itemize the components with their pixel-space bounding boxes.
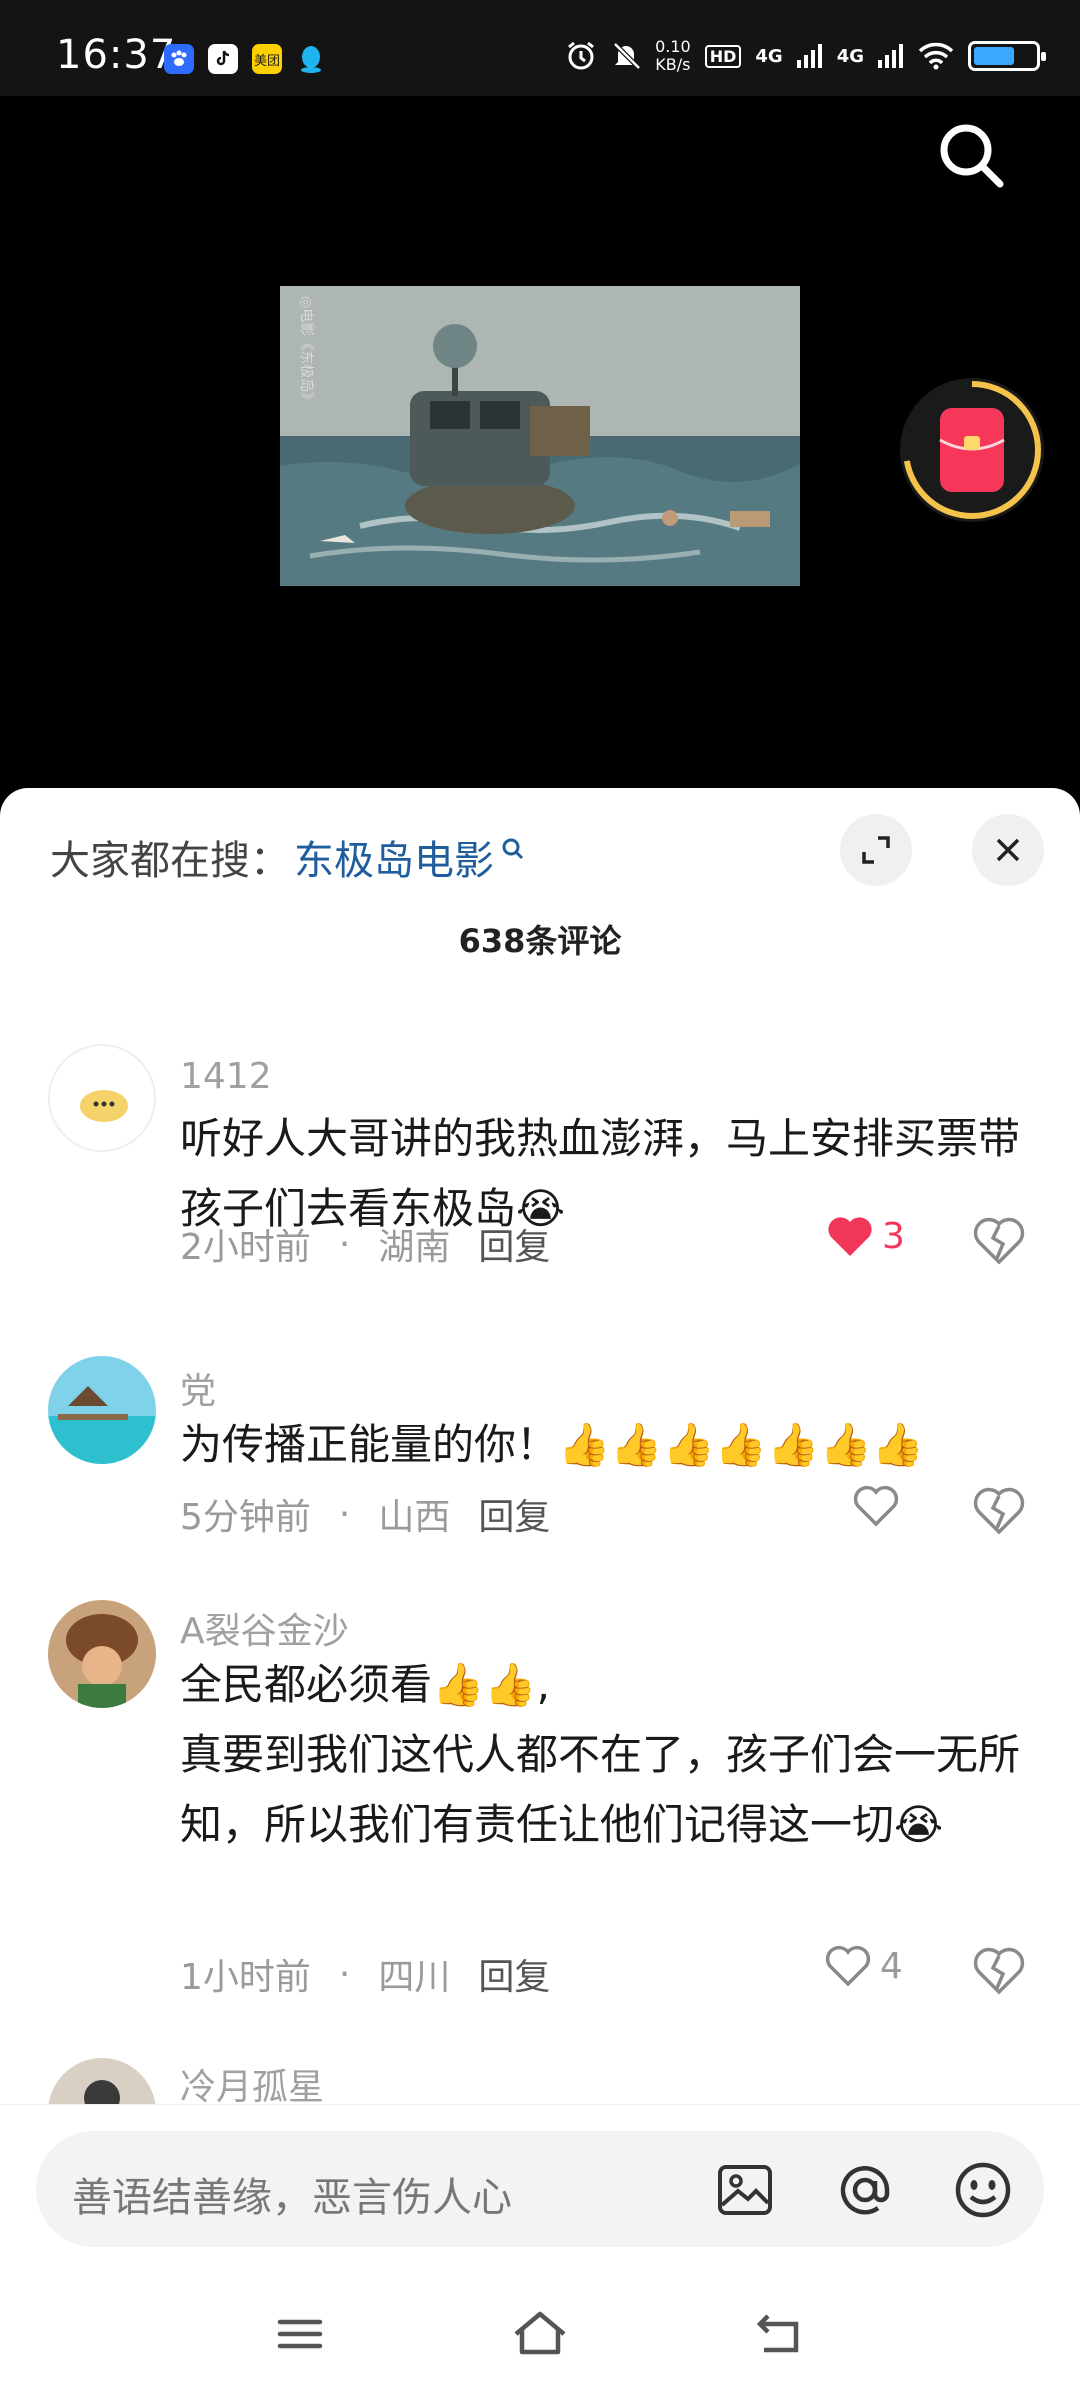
comment-item: A裂谷金沙 全民都必须看👍👍, 真要到我们这代人都不在了，孩子们会一无所知，所以…: [0, 1600, 1080, 2030]
reply-button[interactable]: 回复: [478, 1488, 550, 1540]
avatar[interactable]: [48, 1044, 156, 1152]
home-icon[interactable]: [510, 2304, 570, 2364]
expand-button[interactable]: [840, 814, 912, 886]
comment-location: 湖南: [378, 1227, 451, 1268]
video-frame[interactable]: ◎电影《东极岛》: [280, 286, 800, 586]
trending-search-keyword[interactable]: 东极岛电影: [294, 828, 494, 886]
comment-input-placeholder: 善语结善缘，恶言伤人心: [72, 2175, 512, 2221]
sim2-label: 4G: [836, 45, 864, 67]
comment-text-line2: 真要到我们这代人都不在了，孩子们会一无所知，所以我们有责任让他们记得这一切😭: [180, 1730, 1021, 1849]
dislike-broken-heart-icon[interactable]: [972, 1214, 1026, 1268]
network-speed: 0.10 KB/s: [655, 38, 691, 74]
notification-icons: 美团: [164, 44, 326, 74]
comment-username[interactable]: 党: [180, 1362, 216, 1414]
reply-button[interactable]: 回复: [478, 1948, 550, 2000]
trending-search-prefix: 大家都在搜：: [50, 838, 290, 884]
sim1-label: 4G: [755, 45, 783, 67]
comment-username[interactable]: A裂谷金沙: [180, 1602, 349, 1654]
menu-icon[interactable]: [270, 2304, 330, 2364]
search-icon[interactable]: [932, 116, 1012, 196]
status-bar: 16:37 美团 0.10 KB/s HD 4G 4G: [0, 0, 1080, 96]
mute-bell-icon: [613, 42, 641, 70]
image-icon[interactable]: [714, 2159, 776, 2221]
close-icon: [996, 838, 1020, 862]
close-button[interactable]: [972, 814, 1044, 886]
heart-outline-icon: [853, 1485, 899, 1527]
status-time: 16:37: [56, 32, 177, 78]
net-speed-value: 0.10: [655, 37, 691, 56]
heart-filled-icon: [828, 1217, 872, 1256]
net-speed-unit: KB/s: [655, 55, 691, 74]
comment-meta: 2小时前 · 湖南 回复: [180, 1218, 550, 1270]
comment-item: 冷月孤星: [0, 2058, 1080, 2104]
mention-at-icon[interactable]: [834, 2159, 896, 2221]
signal-bars-icon: [878, 44, 903, 68]
like-button[interactable]: [852, 1484, 908, 1528]
comment-location: 四川: [378, 1957, 451, 1998]
like-count: 4: [880, 1945, 903, 1987]
comment-username[interactable]: 冷月孤星: [180, 2058, 324, 2104]
comment-text: 为传播正能量的你！👍👍👍👍👍👍👍: [180, 1420, 925, 1469]
video-player[interactable]: ◎电影《东极岛》: [0, 96, 1080, 796]
avatar[interactable]: [48, 2058, 156, 2104]
hd-badge: HD: [704, 44, 742, 68]
baidu-paw-icon: [164, 44, 194, 74]
meituan-icon: 美团: [252, 44, 282, 74]
comment-meta: 1小时前 · 四川 回复: [180, 1948, 550, 2000]
status-indicators: 0.10 KB/s HD 4G 4G: [565, 38, 1046, 74]
tiktok-icon: [208, 44, 238, 74]
like-button[interactable]: 3: [826, 1214, 905, 1258]
comment-username[interactable]: 1412: [180, 1056, 272, 1097]
boat-scene-image: ◎电影《东极岛》: [280, 286, 800, 586]
expand-icon: [862, 836, 890, 864]
comment-input-area: 善语结善缘，恶言伤人心: [0, 2104, 1080, 2264]
comment-time: 1小时前: [180, 1957, 311, 1998]
avatar[interactable]: [48, 1356, 156, 1464]
alarm-icon: [568, 41, 595, 70]
dislike-broken-heart-icon[interactable]: [972, 1944, 1026, 1998]
comment-time: 5分钟前: [180, 1497, 311, 1538]
like-button[interactable]: 4: [824, 1944, 903, 1988]
system-navigation-bar: [0, 2264, 1080, 2400]
comment-meta: 5分钟前 · 山西 回复: [180, 1488, 550, 1540]
search-icon: [502, 838, 524, 860]
like-count: 3: [882, 1215, 905, 1257]
comment-input[interactable]: 善语结善缘，恶言伤人心: [36, 2131, 1044, 2247]
trending-search-bar[interactable]: 大家都在搜： 东极岛电影: [50, 828, 526, 886]
comment-text-line1: 全民都必须看👍👍,: [180, 1660, 550, 1709]
comment-location: 山西: [378, 1497, 451, 1538]
signal-bars-icon: [796, 44, 822, 68]
battery-icon: [968, 41, 1046, 71]
comment-count: 638条评论: [458, 922, 622, 960]
wifi-icon: [918, 42, 954, 70]
comment-item: 1412 听好人大哥讲的我热血澎湃，马上安排买票带孩子们去看东极岛😭 2小时前 …: [0, 1044, 1080, 1274]
qq-penguin-icon: [296, 44, 326, 74]
comment-time: 2小时前: [180, 1227, 311, 1268]
dislike-broken-heart-icon[interactable]: [972, 1484, 1026, 1538]
heart-outline-icon: [825, 1945, 871, 1987]
reply-button[interactable]: 回复: [478, 1218, 550, 1270]
avatar[interactable]: [48, 1600, 156, 1708]
emoji-icon[interactable]: [952, 2159, 1014, 2221]
svg-text:◎电影《东极岛》: ◎电影《东极岛》: [298, 296, 314, 406]
back-icon[interactable]: [750, 2304, 810, 2364]
comment-item: 党 为传播正能量的你！👍👍👍👍👍👍👍 5分钟前 · 山西 回复: [0, 1356, 1080, 1556]
red-packet-button[interactable]: [900, 378, 1044, 522]
